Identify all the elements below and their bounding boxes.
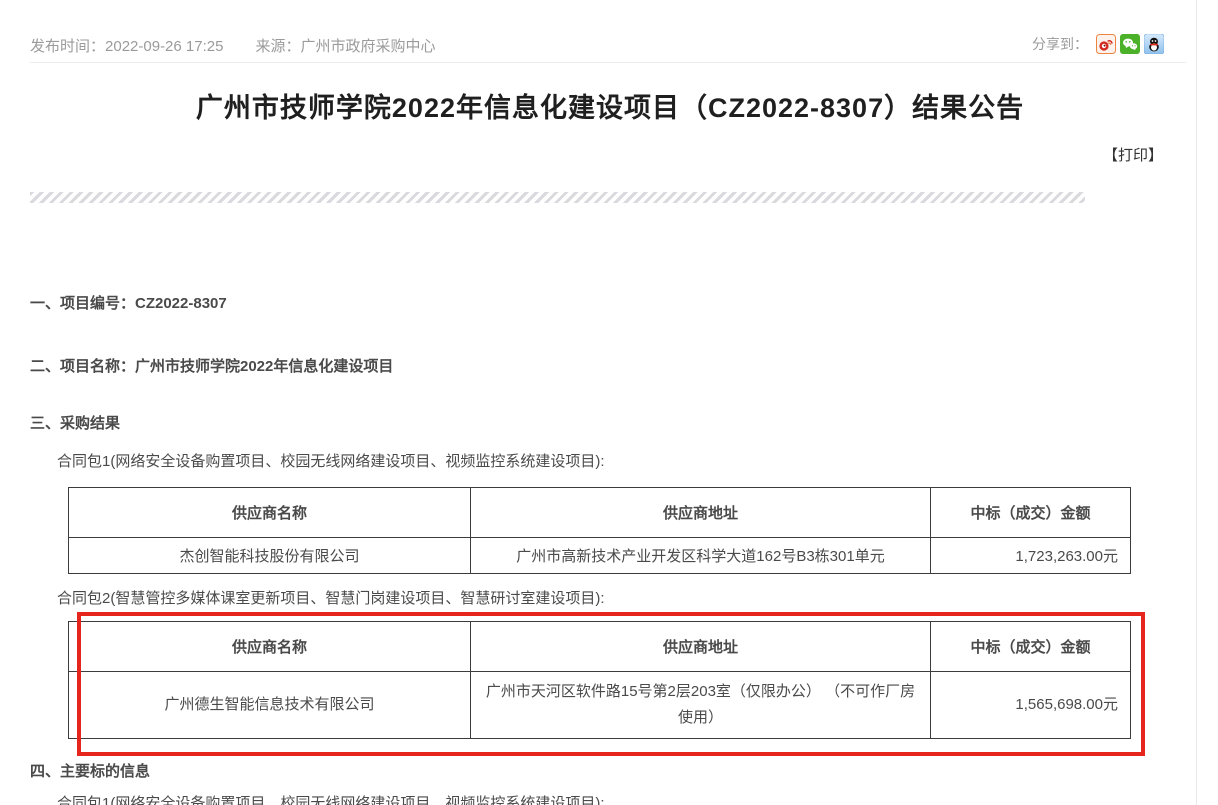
- award-amount-cell: 1,565,698.00元: [931, 672, 1131, 739]
- supplier-name-cell: 广州德生智能信息技术有限公司: [69, 672, 471, 739]
- col-header-supplier-address: 供应商地址: [471, 622, 931, 672]
- package2-result-table: 供应商名称 供应商地址 中标（成交）金额 广州德生智能信息技术有限公司 广州市天…: [68, 621, 1131, 739]
- bottom-partial-text: 合同包1(网络安全设备购置项目、校园无线网络建设项目、视频监控系统建设项目):: [57, 792, 605, 805]
- table-row: 广州德生智能信息技术有限公司 广州市天河区软件路15号第2层203室（仅限办公）…: [69, 672, 1131, 739]
- sina-weibo-icon[interactable]: [1096, 34, 1116, 54]
- section-project-name: 二、项目名称：广州市技师学院2022年信息化建设项目: [30, 355, 393, 376]
- publish-time-value: 2022-09-26 17:25: [105, 38, 223, 55]
- share-bar: 分享到：: [1032, 34, 1164, 54]
- meta-bar: 发布时间：2022-09-26 17:25 来源：广州市政府采购中心 分享到：: [30, 28, 1186, 63]
- qq-icon[interactable]: [1144, 34, 1164, 54]
- share-label: 分享到：: [1032, 34, 1088, 54]
- announcement-page: 发布时间：2022-09-26 17:25 来源：广州市政府采购中心 分享到：: [0, 0, 1218, 805]
- package2-label: 合同包2(智慧管控多媒体课室更新项目、智慧门岗建设项目、智慧研讨室建设项目):: [57, 587, 605, 608]
- col-header-award-amount: 中标（成交）金额: [931, 622, 1131, 672]
- award-amount-cell: 1,723,263.00元: [931, 538, 1131, 574]
- source-value: 广州市政府采购中心: [300, 38, 435, 55]
- section-project-number: 一、项目编号：CZ2022-8307: [30, 292, 227, 313]
- striped-divider: [30, 192, 1085, 203]
- table-header-row: 供应商名称 供应商地址 中标（成交）金额: [69, 488, 1131, 538]
- section-procurement-result: 三、采购结果: [30, 412, 120, 433]
- supplier-name-cell: 杰创智能科技股份有限公司: [69, 538, 471, 574]
- col-header-supplier-name: 供应商名称: [69, 488, 471, 538]
- publish-time-label: 发布时间：: [30, 38, 105, 55]
- col-header-supplier-address: 供应商地址: [471, 488, 931, 538]
- supplier-address-cell: 广州市高新技术产业开发区科学大道162号B3栋301单元: [471, 538, 931, 574]
- content-right-border: [1196, 0, 1197, 805]
- table-row: 杰创智能科技股份有限公司 广州市高新技术产业开发区科学大道162号B3栋301单…: [69, 538, 1131, 574]
- table-header-row: 供应商名称 供应商地址 中标（成交）金额: [69, 622, 1131, 672]
- print-button[interactable]: 【打印】: [1103, 144, 1163, 165]
- supplier-address-cell: 广州市天河区软件路15号第2层203室（仅限办公） （不可作厂房使用）: [471, 672, 931, 739]
- wechat-icon[interactable]: [1120, 34, 1140, 54]
- meta-info: 发布时间：2022-09-26 17:25 来源：广州市政府采购中心: [30, 35, 435, 56]
- col-header-supplier-name: 供应商名称: [69, 622, 471, 672]
- section-main-subject: 四、主要标的信息: [30, 760, 150, 781]
- source-label: 来源：: [255, 38, 300, 55]
- col-header-award-amount: 中标（成交）金额: [931, 488, 1131, 538]
- page-title: 广州市技师学院2022年信息化建设项目（CZ2022-8307）结果公告: [30, 86, 1190, 125]
- package1-result-table: 供应商名称 供应商地址 中标（成交）金额 杰创智能科技股份有限公司 广州市高新技…: [68, 487, 1131, 574]
- package1-label: 合同包1(网络安全设备购置项目、校园无线网络建设项目、视频监控系统建设项目):: [57, 450, 605, 471]
